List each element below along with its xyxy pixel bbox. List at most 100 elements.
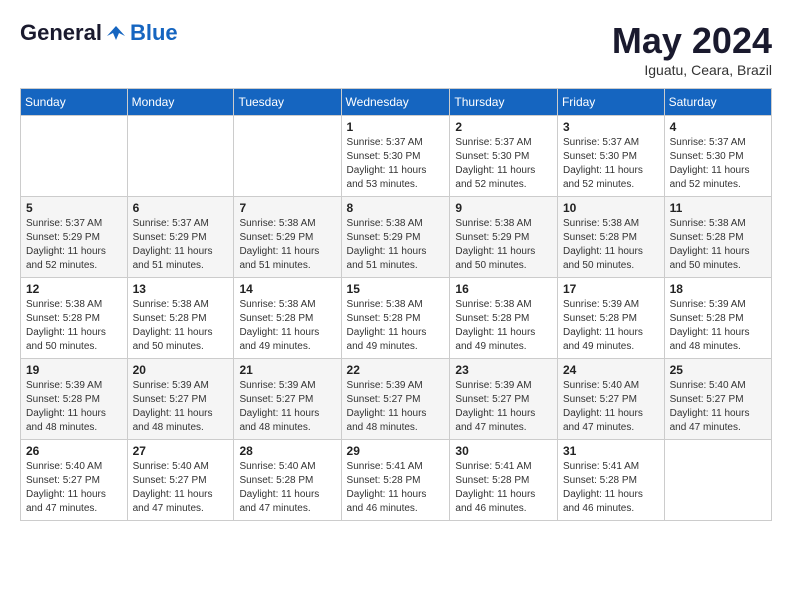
day-number: 14 (239, 282, 335, 296)
day-number: 17 (563, 282, 659, 296)
header-sunday: Sunday (21, 89, 128, 116)
day-info: Sunrise: 5:41 AM Sunset: 5:28 PM Dayligh… (347, 460, 445, 516)
calendar-cell (21, 116, 128, 197)
day-number: 5 (26, 201, 122, 215)
calendar-week-3: 12 Sunrise: 5:38 AM Sunset: 5:28 PM Dayli… (21, 278, 772, 359)
day-info: Sunrise: 5:39 AM Sunset: 5:27 PM Dayligh… (347, 379, 445, 435)
logo: General Blue (20, 20, 178, 46)
day-info: Sunrise: 5:38 AM Sunset: 5:28 PM Dayligh… (239, 298, 335, 354)
day-number: 21 (239, 363, 335, 377)
day-number: 23 (455, 363, 552, 377)
day-number: 27 (133, 444, 229, 458)
day-number: 29 (347, 444, 445, 458)
day-number: 6 (133, 201, 229, 215)
calendar-cell: 10 Sunrise: 5:38 AM Sunset: 5:28 PM Dayli… (557, 197, 664, 278)
calendar-cell: 11 Sunrise: 5:38 AM Sunset: 5:28 PM Dayli… (664, 197, 771, 278)
calendar-cell: 16 Sunrise: 5:38 AM Sunset: 5:28 PM Dayli… (450, 278, 558, 359)
calendar-cell: 19Sunrise: 5:39 AM Sunset: 5:28 PM Dayli… (21, 359, 128, 440)
day-info: Sunrise: 5:38 AM Sunset: 5:28 PM Dayligh… (347, 298, 445, 354)
day-info: Sunrise: 5:40 AM Sunset: 5:27 PM Dayligh… (563, 379, 659, 435)
day-info: Sunrise: 5:38 AM Sunset: 5:29 PM Dayligh… (239, 217, 335, 273)
calendar-week-4: 19Sunrise: 5:39 AM Sunset: 5:28 PM Dayli… (21, 359, 772, 440)
day-info: Sunrise: 5:38 AM Sunset: 5:28 PM Dayligh… (455, 298, 552, 354)
day-info: Sunrise: 5:37 AM Sunset: 5:30 PM Dayligh… (563, 136, 659, 192)
day-number: 15 (347, 282, 445, 296)
day-info: Sunrise: 5:38 AM Sunset: 5:28 PM Dayligh… (670, 217, 766, 273)
page-header: General Blue May 2024 Iguatu, Ceara, Bra… (20, 20, 772, 78)
day-number: 7 (239, 201, 335, 215)
day-info: Sunrise: 5:41 AM Sunset: 5:28 PM Dayligh… (563, 460, 659, 516)
day-info: Sunrise: 5:38 AM Sunset: 5:28 PM Dayligh… (563, 217, 659, 273)
calendar-cell: 1 Sunrise: 5:37 AM Sunset: 5:30 PM Daylig… (341, 116, 450, 197)
day-info: Sunrise: 5:37 AM Sunset: 5:30 PM Dayligh… (670, 136, 766, 192)
calendar-cell: 9Sunrise: 5:38 AM Sunset: 5:29 PM Daylig… (450, 197, 558, 278)
day-number: 26 (26, 444, 122, 458)
calendar-cell: 23 Sunrise: 5:39 AM Sunset: 5:27 PM Dayli… (450, 359, 558, 440)
calendar-cell: 27 Sunrise: 5:40 AM Sunset: 5:27 PM Dayli… (127, 440, 234, 521)
day-number: 20 (133, 363, 229, 377)
day-number: 1 (347, 120, 445, 134)
calendar-cell: 3 Sunrise: 5:37 AM Sunset: 5:30 PM Daylig… (557, 116, 664, 197)
day-number: 19 (26, 363, 122, 377)
calendar-cell: 26Sunrise: 5:40 AM Sunset: 5:27 PM Dayli… (21, 440, 128, 521)
calendar-cell: 24 Sunrise: 5:40 AM Sunset: 5:27 PM Dayli… (557, 359, 664, 440)
day-number: 31 (563, 444, 659, 458)
day-info: Sunrise: 5:38 AM Sunset: 5:29 PM Dayligh… (347, 217, 445, 273)
calendar-cell: 18 Sunrise: 5:39 AM Sunset: 5:28 PM Dayli… (664, 278, 771, 359)
day-info: Sunrise: 5:40 AM Sunset: 5:28 PM Dayligh… (239, 460, 335, 516)
days-header-row: Sunday Monday Tuesday Wednesday Thursday… (21, 89, 772, 116)
day-number: 2 (455, 120, 552, 134)
logo-bird-icon (105, 22, 127, 44)
header-thursday: Thursday (450, 89, 558, 116)
header-wednesday: Wednesday (341, 89, 450, 116)
day-number: 25 (670, 363, 766, 377)
calendar-cell: 12Sunrise: 5:38 AM Sunset: 5:28 PM Dayli… (21, 278, 128, 359)
day-info: Sunrise: 5:38 AM Sunset: 5:28 PM Dayligh… (133, 298, 229, 354)
day-info: Sunrise: 5:40 AM Sunset: 5:27 PM Dayligh… (670, 379, 766, 435)
day-number: 30 (455, 444, 552, 458)
title-block: May 2024 Iguatu, Ceara, Brazil (612, 20, 772, 78)
month-title: May 2024 (612, 20, 772, 62)
day-number: 10 (563, 201, 659, 215)
calendar-cell: 31 Sunrise: 5:41 AM Sunset: 5:28 PM Dayli… (557, 440, 664, 521)
day-number: 22 (347, 363, 445, 377)
day-info: Sunrise: 5:41 AM Sunset: 5:28 PM Dayligh… (455, 460, 552, 516)
day-info: Sunrise: 5:39 AM Sunset: 5:28 PM Dayligh… (563, 298, 659, 354)
calendar-cell (127, 116, 234, 197)
calendar-cell: 29 Sunrise: 5:41 AM Sunset: 5:28 PM Dayli… (341, 440, 450, 521)
calendar-cell: 5 Sunrise: 5:37 AM Sunset: 5:29 PM Daylig… (21, 197, 128, 278)
day-info: Sunrise: 5:39 AM Sunset: 5:28 PM Dayligh… (670, 298, 766, 354)
day-number: 16 (455, 282, 552, 296)
location: Iguatu, Ceara, Brazil (612, 62, 772, 78)
day-number: 8 (347, 201, 445, 215)
day-number: 18 (670, 282, 766, 296)
calendar-cell: 20Sunrise: 5:39 AM Sunset: 5:27 PM Dayli… (127, 359, 234, 440)
calendar-cell: 30 Sunrise: 5:41 AM Sunset: 5:28 PM Dayli… (450, 440, 558, 521)
header-friday: Friday (557, 89, 664, 116)
calendar-cell: 7 Sunrise: 5:38 AM Sunset: 5:29 PM Daylig… (234, 197, 341, 278)
day-info: Sunrise: 5:39 AM Sunset: 5:27 PM Dayligh… (239, 379, 335, 435)
calendar-cell: 17 Sunrise: 5:39 AM Sunset: 5:28 PM Dayli… (557, 278, 664, 359)
day-info: Sunrise: 5:39 AM Sunset: 5:27 PM Dayligh… (455, 379, 552, 435)
logo-blue: Blue (130, 20, 178, 46)
day-number: 9 (455, 201, 552, 215)
day-number: 24 (563, 363, 659, 377)
calendar-table: Sunday Monday Tuesday Wednesday Thursday… (20, 88, 772, 521)
day-number: 11 (670, 201, 766, 215)
day-info: Sunrise: 5:37 AM Sunset: 5:29 PM Dayligh… (26, 217, 122, 273)
day-number: 12 (26, 282, 122, 296)
calendar-week-2: 5 Sunrise: 5:37 AM Sunset: 5:29 PM Daylig… (21, 197, 772, 278)
calendar-cell: 6 Sunrise: 5:37 AM Sunset: 5:29 PM Daylig… (127, 197, 234, 278)
header-saturday: Saturday (664, 89, 771, 116)
day-number: 3 (563, 120, 659, 134)
day-number: 4 (670, 120, 766, 134)
day-info: Sunrise: 5:40 AM Sunset: 5:27 PM Dayligh… (133, 460, 229, 516)
calendar-cell (234, 116, 341, 197)
header-tuesday: Tuesday (234, 89, 341, 116)
calendar-cell: 14 Sunrise: 5:38 AM Sunset: 5:28 PM Dayli… (234, 278, 341, 359)
day-info: Sunrise: 5:37 AM Sunset: 5:29 PM Dayligh… (133, 217, 229, 273)
calendar-cell: 2Sunrise: 5:37 AM Sunset: 5:30 PM Daylig… (450, 116, 558, 197)
calendar-cell: 21 Sunrise: 5:39 AM Sunset: 5:27 PM Dayli… (234, 359, 341, 440)
day-info: Sunrise: 5:37 AM Sunset: 5:30 PM Dayligh… (347, 136, 445, 192)
calendar-cell: 4 Sunrise: 5:37 AM Sunset: 5:30 PM Daylig… (664, 116, 771, 197)
